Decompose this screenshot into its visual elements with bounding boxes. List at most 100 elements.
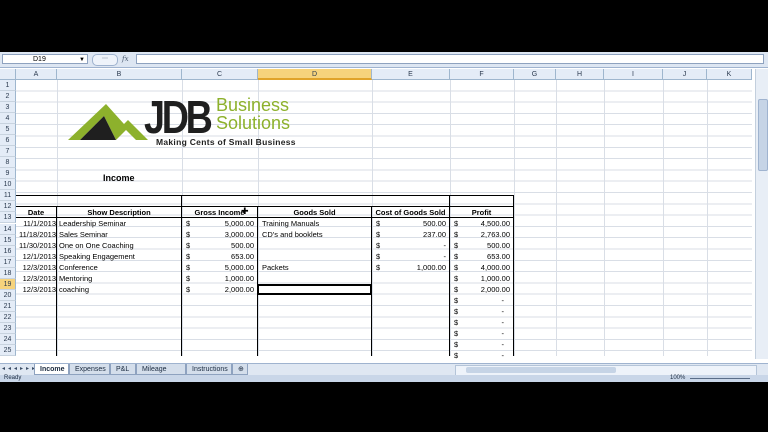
cell-profit: 2,763.00 [480, 230, 510, 240]
column-header-i[interactable]: I [604, 69, 663, 80]
cell-show-description: Sales Seminar [59, 230, 108, 240]
col-border-f [449, 195, 450, 356]
cell-date: 11/30/2013 [19, 241, 56, 251]
sheet-tab-expenses[interactable]: Expenses [69, 364, 110, 375]
grid-line [663, 80, 664, 356]
dollar-sign: $ [454, 340, 459, 350]
row-header-19[interactable]: 19 [0, 278, 16, 290]
dollar-sign: $ [454, 263, 459, 273]
cell-profit: - [501, 340, 505, 350]
column-header-g[interactable]: G [514, 69, 556, 80]
row-header-20[interactable]: 20 [0, 289, 16, 301]
formula-input[interactable] [136, 54, 764, 64]
column-header-k[interactable]: K [707, 69, 752, 80]
new-sheet-icon[interactable]: ⊕ [232, 364, 248, 375]
cell-gross-income: 5,000.00 [224, 263, 254, 273]
cell-cost-of-goods: 1,000.00 [416, 263, 446, 273]
row-header-24[interactable]: 24 [0, 333, 16, 345]
dollar-sign: $ [454, 252, 459, 262]
cell-gross-income: 2,000.00 [224, 285, 254, 295]
row-header-16[interactable]: 16 [0, 245, 16, 257]
cell-profit: 4,500.00 [480, 219, 510, 228]
cell-gross-income: 500.00 [231, 241, 254, 251]
column-header-e[interactable]: E [372, 69, 450, 80]
column-header-c[interactable]: C [182, 69, 258, 80]
row-header-18[interactable]: 18 [0, 267, 16, 279]
column-header-a[interactable]: A [16, 69, 57, 80]
row-header-11[interactable]: 11 [0, 190, 16, 202]
cell-show-description: Conference [59, 263, 98, 273]
col-border-b [56, 206, 57, 356]
dollar-sign: $ [376, 263, 381, 273]
row-header-22[interactable]: 22 [0, 311, 16, 323]
logo-business: Business [216, 95, 290, 115]
sheet-tab-instructions[interactable]: Instructions [186, 364, 232, 375]
column-header-j[interactable]: J [663, 69, 707, 80]
dollar-sign: $ [454, 296, 459, 306]
column-header-b[interactable]: B [57, 69, 182, 80]
insert-function-icon[interactable]: fx [122, 54, 129, 64]
grid-line [514, 80, 515, 356]
sheet-tab-p-l[interactable]: P&L [110, 364, 136, 375]
chevron-down-icon[interactable]: ▼ [79, 55, 85, 65]
cell-gross-income: 5,000.00 [224, 219, 254, 228]
column-header-h[interactable]: H [556, 69, 604, 80]
row-header-5[interactable]: 5 [0, 124, 16, 136]
expand-oval-button[interactable]: ⋯ [92, 54, 118, 66]
row-header-12[interactable]: 12 [0, 201, 16, 213]
dollar-sign: $ [186, 274, 191, 284]
status-ready: Ready [4, 375, 22, 381]
row-header-10[interactable]: 10 [0, 179, 16, 191]
dollar-sign: $ [454, 318, 459, 328]
name-box[interactable]: D19 ▼ [2, 54, 88, 64]
dollar-sign: $ [376, 230, 381, 240]
cell-profit: - [501, 351, 505, 361]
sheet-title: Income [103, 173, 135, 183]
cell-date: 12/3/2013 [22, 274, 56, 284]
sheet-tab-income[interactable]: Income [34, 364, 69, 375]
grid-line [372, 80, 373, 356]
row-header-7[interactable]: 7 [0, 146, 16, 158]
row-header-17[interactable]: 17 [0, 256, 16, 268]
cell-date: 11/18/2013 [19, 230, 56, 240]
row-header-21[interactable]: 21 [0, 300, 16, 312]
row-header-13[interactable]: 13 [0, 212, 16, 224]
row-header-6[interactable]: 6 [0, 135, 16, 147]
vertical-scrollbar[interactable] [755, 69, 768, 359]
zoom-slider[interactable] [690, 378, 750, 379]
cell-cost-of-goods: - [443, 252, 447, 262]
row-header-15[interactable]: 15 [0, 234, 16, 246]
row-header-1[interactable]: 1 [0, 80, 16, 91]
row-header-3[interactable]: 3 [0, 102, 16, 114]
cell-show-description: Leadership Seminar [59, 219, 127, 228]
row-header-8[interactable]: 8 [0, 157, 16, 169]
dollar-sign: $ [454, 307, 459, 317]
cell-show-description: One on One Coaching [59, 241, 134, 251]
cell-gross-income: 3,000.00 [224, 230, 254, 240]
cell-date: 12/1/2013 [22, 252, 56, 262]
column-header-f[interactable]: F [450, 69, 514, 80]
header-top-border [16, 206, 514, 207]
cell-date: 12/3/2013 [22, 263, 56, 273]
row-header-4[interactable]: 4 [0, 113, 16, 125]
sheet-tab-mileage-log[interactable]: Mileage Log [136, 364, 186, 382]
grid-line [707, 80, 708, 356]
grid-line [604, 80, 605, 356]
row-header-25[interactable]: 25 [0, 344, 16, 356]
horizontal-scroll-thumb[interactable] [466, 367, 616, 373]
plus-cursor-icon: ✚ [241, 206, 249, 216]
status-bar: Ready 100% [0, 375, 768, 382]
selected-cell-d19[interactable] [257, 284, 372, 295]
column-header-d[interactable]: D [258, 69, 372, 80]
logo-solutions: Solutions [216, 113, 291, 133]
vertical-scroll-thumb[interactable] [758, 99, 768, 171]
cell-goods-sold: CD's and booklets [262, 230, 323, 240]
row-header-2[interactable]: 2 [0, 91, 16, 103]
row-header-9[interactable]: 9 [0, 168, 16, 180]
row-header-23[interactable]: 23 [0, 322, 16, 334]
tab-navigation-icons[interactable]: ◂◂◂▸▸▸ [2, 365, 38, 372]
formula-buttons: ⋯ fx [92, 54, 134, 66]
row-header-14[interactable]: 14 [0, 223, 16, 235]
dollar-sign: $ [454, 351, 459, 361]
select-all-corner[interactable] [0, 69, 16, 80]
